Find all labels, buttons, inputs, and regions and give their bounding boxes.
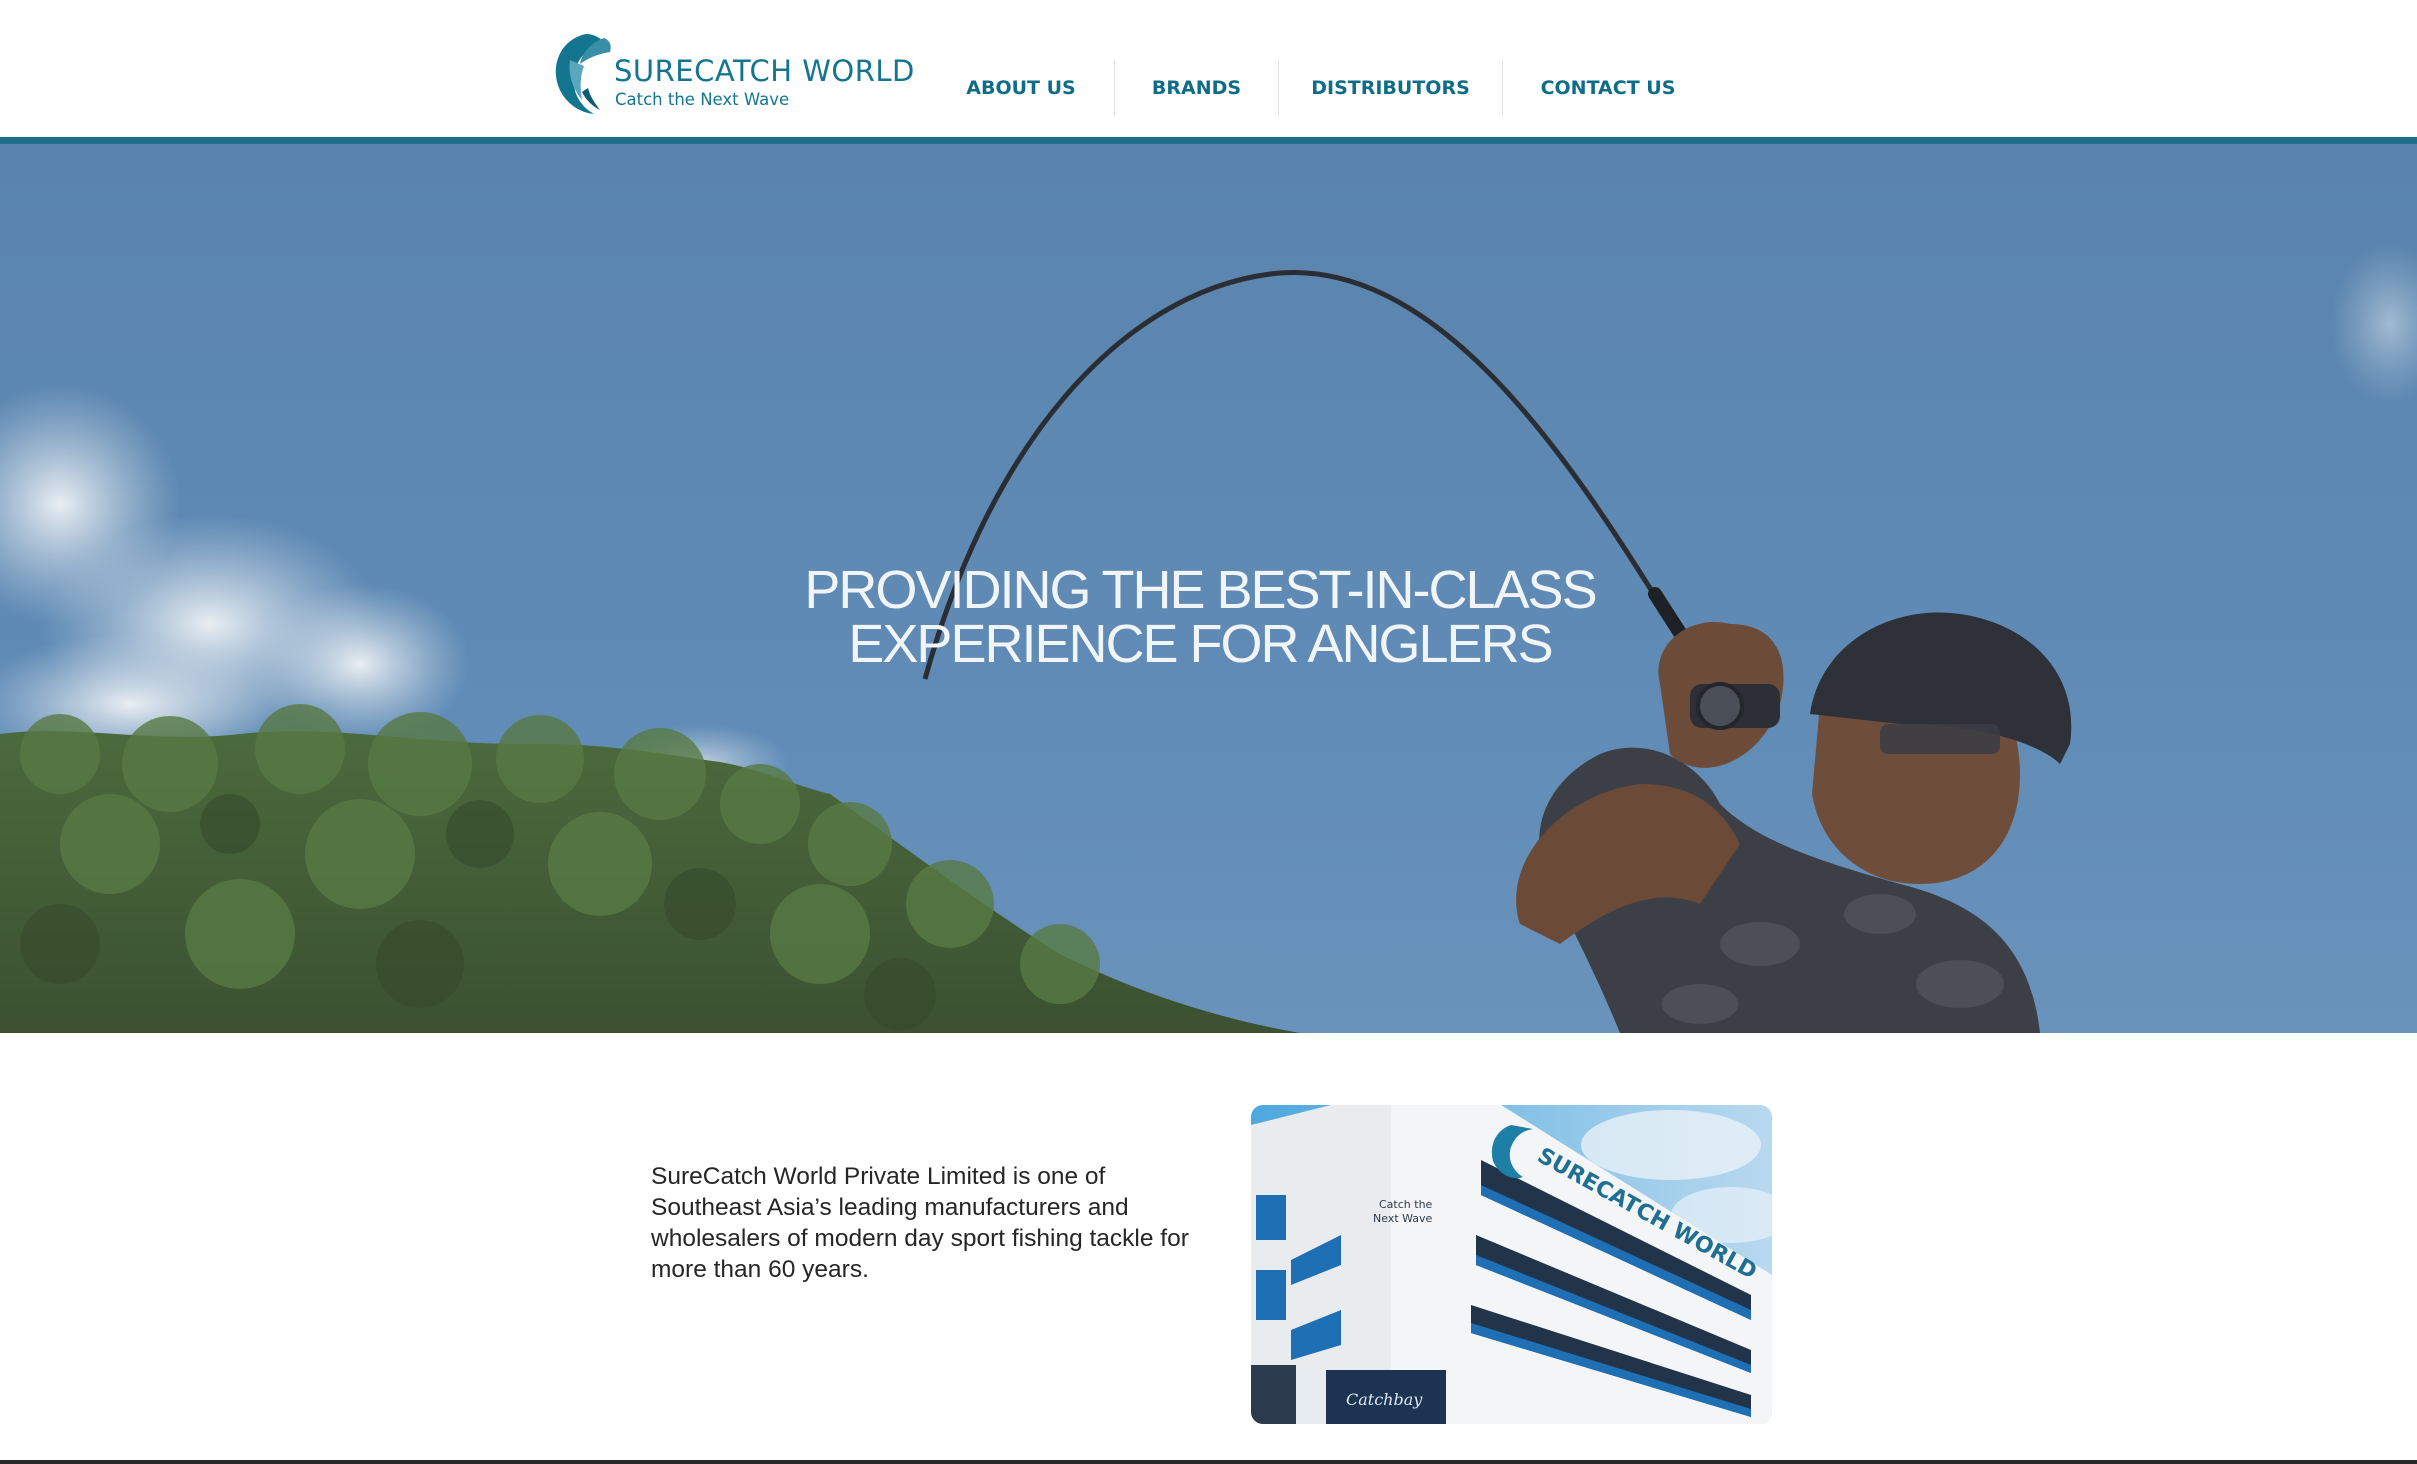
- brand-logo[interactable]: SURECATCH WORLD Catch the Next Wave: [552, 28, 915, 118]
- company-description: SureCatch World Private Limited is one o…: [651, 1162, 1189, 1283]
- brand-name: SURECATCH WORLD: [614, 54, 915, 88]
- hero-headline-line-2: EXPERIENCE FOR ANGLERS: [848, 614, 1553, 675]
- site-header: SURECATCH WORLD Catch the Next Wave ABOU…: [0, 0, 2417, 138]
- nav-about-us[interactable]: ABOUT US: [928, 60, 1114, 116]
- nav-contact-us[interactable]: CONTACT US: [1503, 60, 1713, 116]
- building-wall-text-1: Catch the: [1379, 1198, 1433, 1211]
- building-image: SURECATCH WORLD Catch the Next Wave Catc…: [1251, 1105, 1772, 1424]
- hero-banner: PROVIDING THE BEST-IN-CLASS EXPERIENCE F…: [0, 144, 2417, 1033]
- nav-distributors[interactable]: DISTRIBUTORS: [1279, 60, 1502, 116]
- page-bottom-border: [0, 1460, 2417, 1464]
- headquarters-photo: SURECATCH WORLD Catch the Next Wave Catc…: [1251, 1105, 1772, 1424]
- building-wall-text-2: Next Wave: [1373, 1212, 1433, 1225]
- header-divider: [0, 137, 2417, 144]
- hero-headline: PROVIDING THE BEST-IN-CLASS EXPERIENCE F…: [700, 563, 1700, 671]
- building-sign: Catchbay: [1346, 1390, 1423, 1409]
- hero-headline-line-1: PROVIDING THE BEST-IN-CLASS: [804, 560, 1597, 621]
- nav-brands[interactable]: BRANDS: [1115, 60, 1278, 116]
- brand-tagline: Catch the Next Wave: [615, 90, 790, 109]
